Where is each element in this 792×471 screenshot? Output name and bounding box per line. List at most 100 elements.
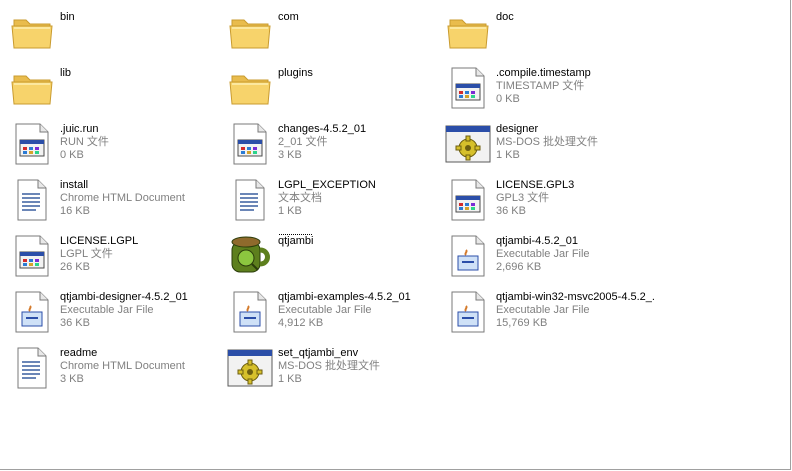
file-name: bin: [60, 11, 75, 23]
file-item[interactable]: lib: [8, 64, 226, 120]
file-type: Chrome HTML Document: [60, 360, 185, 372]
file-grid: bin com doc lib plugins .compile.timesta…: [8, 8, 662, 400]
file-size: 3 KB: [278, 149, 302, 161]
file-label: .compile.timestamp TIMESTAMP 文件 0 KB: [496, 64, 591, 106]
qtjambi-app-icon: [226, 232, 274, 280]
file-type: 文本文档: [278, 192, 322, 204]
file-label: qtjambi-4.5.2_01 Executable Jar File 2,696…: [496, 232, 590, 274]
generic-file-icon: [444, 176, 492, 224]
file-name: com: [278, 11, 299, 23]
file-type: Executable Jar File: [496, 248, 590, 260]
file-label: LGPL_EXCEPTION 文本文档 1 KB: [278, 176, 376, 218]
jar-file-icon: [226, 288, 274, 336]
file-label: qtjambi: [278, 232, 314, 248]
file-explorer-pane: bin com doc lib plugins .compile.timesta…: [0, 0, 791, 470]
file-label: designer MS-DOS 批处理文件 1 KB: [496, 120, 598, 162]
text-document-icon: [226, 176, 274, 224]
file-name: qtjambi-examples-4.5.2_01: [278, 291, 411, 303]
file-item[interactable]: changes-4.5.2_01 2_01 文件 3 KB: [226, 120, 444, 176]
file-name: LICENSE.LGPL: [60, 235, 139, 247]
file-label: .juic.run RUN 文件 0 KB: [60, 120, 109, 162]
file-item[interactable]: set_qtjambi_env MS-DOS 批处理文件 1 KB: [226, 344, 444, 400]
file-name: changes-4.5.2_01: [278, 123, 367, 135]
file-label: LICENSE.GPL3 GPL3 文件 36 KB: [496, 176, 574, 218]
jar-file-icon: [444, 232, 492, 280]
file-type: Executable Jar File: [278, 304, 372, 316]
file-item[interactable]: install Chrome HTML Document 16 KB: [8, 176, 226, 232]
file-size: 15,769 KB: [496, 317, 548, 329]
file-item[interactable]: doc: [444, 8, 662, 64]
file-size: 36 KB: [496, 205, 526, 217]
file-item[interactable]: qtjambi-examples-4.5.2_01 Executable Jar …: [226, 288, 444, 344]
file-name: set_qtjambi_env: [278, 347, 359, 359]
file-type: MS-DOS 批处理文件: [278, 360, 381, 372]
file-name: qtjambi-4.5.2_01: [496, 235, 578, 247]
file-item[interactable]: LICENSE.LGPL LGPL 文件 26 KB: [8, 232, 226, 288]
file-type: Executable Jar File: [60, 304, 154, 316]
file-type: GPL3 文件: [496, 192, 550, 204]
text-document-icon: [8, 344, 56, 392]
file-item[interactable]: .juic.run RUN 文件 0 KB: [8, 120, 226, 176]
jar-file-icon: [8, 288, 56, 336]
file-size: 1 KB: [496, 149, 520, 161]
file-item[interactable]: qtjambi: [226, 232, 444, 288]
file-type: TIMESTAMP 文件: [496, 80, 585, 92]
file-size: 4,912 KB: [278, 317, 324, 329]
file-size: 0 KB: [496, 93, 520, 105]
file-name: qtjambi: [278, 234, 314, 248]
file-item[interactable]: qtjambi-designer-4.5.2_01 Executable Jar …: [8, 288, 226, 344]
file-type: Executable Jar File: [496, 304, 590, 316]
file-size: 0 KB: [60, 149, 84, 161]
file-label: bin: [60, 8, 75, 24]
file-size: 1 KB: [278, 205, 302, 217]
file-name: .juic.run: [60, 123, 99, 135]
file-label: com: [278, 8, 299, 24]
file-item[interactable]: qtjambi-4.5.2_01 Executable Jar File 2,696…: [444, 232, 662, 288]
file-label: LICENSE.LGPL LGPL 文件 26 KB: [60, 232, 138, 274]
file-name: qtjambi-designer-4.5.2_01: [60, 291, 188, 303]
file-name: plugins: [278, 67, 313, 79]
file-name: .compile.timestamp: [496, 67, 591, 79]
file-label: qtjambi-examples-4.5.2_01 Executable Jar …: [278, 288, 411, 330]
folder-icon: [226, 64, 274, 112]
file-item[interactable]: LICENSE.GPL3 GPL3 文件 36 KB: [444, 176, 662, 232]
generic-file-icon: [444, 64, 492, 112]
file-name: lib: [60, 67, 72, 79]
file-type: MS-DOS 批处理文件: [496, 136, 599, 148]
batch-file-icon: [444, 120, 492, 168]
file-item[interactable]: qtjambi-win32-msvc2005-4.5.2_... Executab…: [444, 288, 662, 344]
file-name: LICENSE.GPL3: [496, 179, 575, 191]
file-item[interactable]: plugins: [226, 64, 444, 120]
file-item[interactable]: LGPL_EXCEPTION 文本文档 1 KB: [226, 176, 444, 232]
file-label: set_qtjambi_env MS-DOS 批处理文件 1 KB: [278, 344, 380, 386]
generic-file-icon: [8, 120, 56, 168]
file-label: readme Chrome HTML Document 3 KB: [60, 344, 185, 386]
folder-icon: [226, 8, 274, 56]
file-name: designer: [496, 123, 539, 135]
folder-icon: [8, 64, 56, 112]
file-type: LGPL 文件: [60, 248, 113, 260]
file-name: LGPL_EXCEPTION: [278, 179, 376, 191]
file-label: install Chrome HTML Document 16 KB: [60, 176, 185, 218]
file-item[interactable]: designer MS-DOS 批处理文件 1 KB: [444, 120, 662, 176]
folder-icon: [444, 8, 492, 56]
file-type: Chrome HTML Document: [60, 192, 185, 204]
file-label: qtjambi-win32-msvc2005-4.5.2_... Executab…: [496, 288, 656, 330]
generic-file-icon: [226, 120, 274, 168]
file-item[interactable]: .compile.timestamp TIMESTAMP 文件 0 KB: [444, 64, 662, 120]
file-label: changes-4.5.2_01 2_01 文件 3 KB: [278, 120, 366, 162]
file-name: readme: [60, 347, 98, 359]
file-item[interactable]: bin: [8, 8, 226, 64]
file-label: lib: [60, 64, 71, 80]
file-size: 36 KB: [60, 317, 90, 329]
file-size: 3 KB: [60, 373, 84, 385]
file-label: plugins: [278, 64, 313, 80]
file-name: install: [60, 179, 89, 191]
file-size: 26 KB: [60, 261, 90, 273]
generic-file-icon: [8, 232, 56, 280]
file-label: doc: [496, 8, 514, 24]
text-document-icon: [8, 176, 56, 224]
file-type: 2_01 文件: [278, 136, 328, 148]
file-item[interactable]: readme Chrome HTML Document 3 KB: [8, 344, 226, 400]
file-item[interactable]: com: [226, 8, 444, 64]
